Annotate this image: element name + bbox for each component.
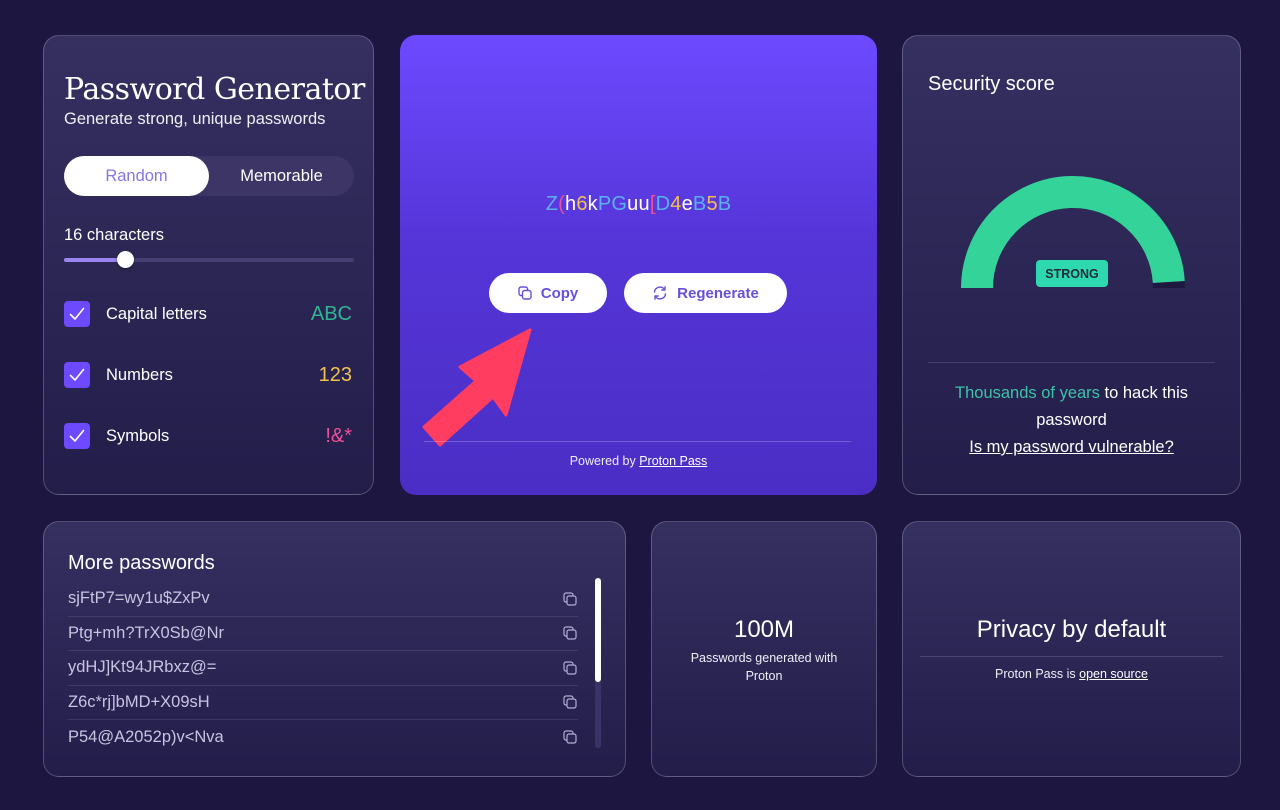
symbols-checkbox[interactable]	[64, 423, 90, 449]
generated-password-card: Z(h6kPGuu[D4eB5B Copy Regenerate Powered…	[400, 35, 877, 495]
vulnerable-link[interactable]: Is my password vulnerable?	[933, 434, 1210, 461]
copy-icon	[518, 286, 532, 300]
slider-thumb[interactable]	[116, 251, 134, 268]
option-sample: !&*	[325, 424, 352, 447]
stats-card: 100M Passwords generated with Proton	[651, 521, 877, 777]
option-symbols: Symbols !&*	[64, 422, 354, 450]
regenerate-button[interactable]: Regenerate	[624, 273, 787, 313]
option-label: Numbers	[106, 365, 173, 384]
privacy-title: Privacy by default	[976, 616, 1167, 643]
security-score-card: Security score STRONG Thousands of years…	[902, 35, 1241, 495]
option-numbers: Numbers 123	[64, 361, 354, 389]
password-char: D	[655, 193, 671, 215]
mode-random-tab[interactable]: Random	[64, 156, 209, 196]
password-char: (	[558, 193, 565, 215]
checkmark-icon	[69, 368, 85, 381]
generator-subtitle: Generate strong, unique passwords	[64, 110, 326, 128]
password-text: Ptg+mh?TrX0Sb@Nr	[68, 623, 224, 642]
slider-fill	[64, 258, 125, 262]
crack-time-highlight: Thousands of years	[955, 384, 1100, 402]
password-char: u	[627, 193, 639, 215]
security-divider	[928, 362, 1215, 363]
option-sample: ABC	[310, 302, 352, 325]
password-char: u	[638, 193, 650, 215]
privacy-prefix: Proton Pass is	[995, 667, 1080, 681]
option-label: Capital letters	[106, 304, 207, 323]
copy-label: Copy	[540, 284, 579, 302]
generator-title: Password Generator	[64, 72, 365, 107]
password-char: 6	[576, 193, 588, 215]
numbers-checkbox[interactable]	[64, 362, 90, 388]
capital-letters-checkbox[interactable]	[64, 301, 90, 327]
password-list-item: ydHJ]Kt94JRbxz@=	[68, 651, 578, 686]
password-char: e	[681, 193, 693, 215]
mode-memorable-tab[interactable]: Memorable	[209, 156, 354, 196]
copy-icon[interactable]	[562, 591, 578, 607]
password-text: sjFtP7=wy1u$ZxPv	[68, 589, 210, 608]
more-passwords-title: More passwords	[68, 552, 215, 574]
powered-prefix: Powered by	[569, 454, 640, 468]
password-text: ydHJ]Kt94JRbxz@=	[68, 658, 217, 677]
password-char: P	[597, 193, 612, 215]
crack-time: Thousands of years to hack this password…	[933, 380, 1210, 461]
password-char: B	[717, 193, 732, 215]
length-label: 16 characters	[64, 226, 164, 244]
scrollbar-thumb[interactable]	[595, 578, 601, 682]
proton-pass-link[interactable]: Proton Pass	[639, 454, 707, 468]
password-list: sjFtP7=wy1u$ZxPv Ptg+mh?TrX0Sb@Nr ydHJ]Kt9…	[68, 582, 578, 755]
refresh-icon	[653, 286, 667, 300]
hero-divider	[424, 441, 851, 442]
password-list-item: sjFtP7=wy1u$ZxPv	[68, 582, 578, 617]
password-char: 5	[706, 193, 718, 215]
password-char: B	[692, 193, 707, 215]
strength-badge: STRONG	[1036, 260, 1108, 287]
copy-button[interactable]: Copy	[489, 273, 607, 313]
mode-toggle: Random Memorable	[64, 156, 354, 196]
length-slider[interactable]	[64, 251, 354, 268]
generated-password: Z(h6kPGuu[D4eB5B	[400, 193, 877, 216]
stat-caption: Passwords generated with Proton	[690, 651, 838, 683]
option-label: Symbols	[106, 426, 170, 445]
privacy-card: Privacy by default Proton Pass is open s…	[902, 521, 1241, 777]
password-char: Z	[545, 193, 559, 215]
security-title: Security score	[928, 73, 1055, 95]
checkmark-icon	[69, 307, 85, 320]
password-char: k	[587, 193, 598, 215]
annotation-arrow-icon	[422, 328, 532, 447]
password-char: 4	[670, 193, 682, 215]
copy-icon[interactable]	[562, 625, 578, 641]
stat-value: 100M	[733, 616, 795, 643]
password-list-item: P54@A2052p)v<Nva	[68, 720, 578, 755]
copy-icon[interactable]	[562, 694, 578, 710]
checkmark-icon	[69, 429, 85, 442]
list-scrollbar[interactable]	[595, 578, 601, 748]
privacy-divider	[920, 656, 1223, 657]
password-char: h	[564, 193, 577, 215]
regenerate-label: Regenerate	[677, 284, 759, 302]
password-list-item: Z6c*rj]bMD+X09sH	[68, 686, 578, 720]
password-list-item: Ptg+mh?TrX0Sb@Nr	[68, 617, 578, 651]
generator-card: Password Generator Generate strong, uniq…	[43, 35, 374, 495]
powered-by: Powered by Proton Pass	[400, 454, 877, 468]
more-passwords-card: More passwords sjFtP7=wy1u$ZxPv Ptg+mh?Tr…	[43, 521, 626, 777]
option-capital-letters: Capital letters ABC	[64, 300, 354, 328]
password-text: Z6c*rj]bMD+X09sH	[68, 692, 210, 711]
copy-icon[interactable]	[562, 729, 578, 745]
open-source-link[interactable]: open source	[1079, 667, 1148, 681]
password-text: P54@A2052p)v<Nva	[68, 727, 224, 746]
privacy-subtitle: Proton Pass is open source	[903, 667, 1240, 681]
password-char: G	[611, 193, 628, 215]
option-sample: 123	[318, 363, 352, 386]
copy-icon[interactable]	[562, 660, 578, 676]
